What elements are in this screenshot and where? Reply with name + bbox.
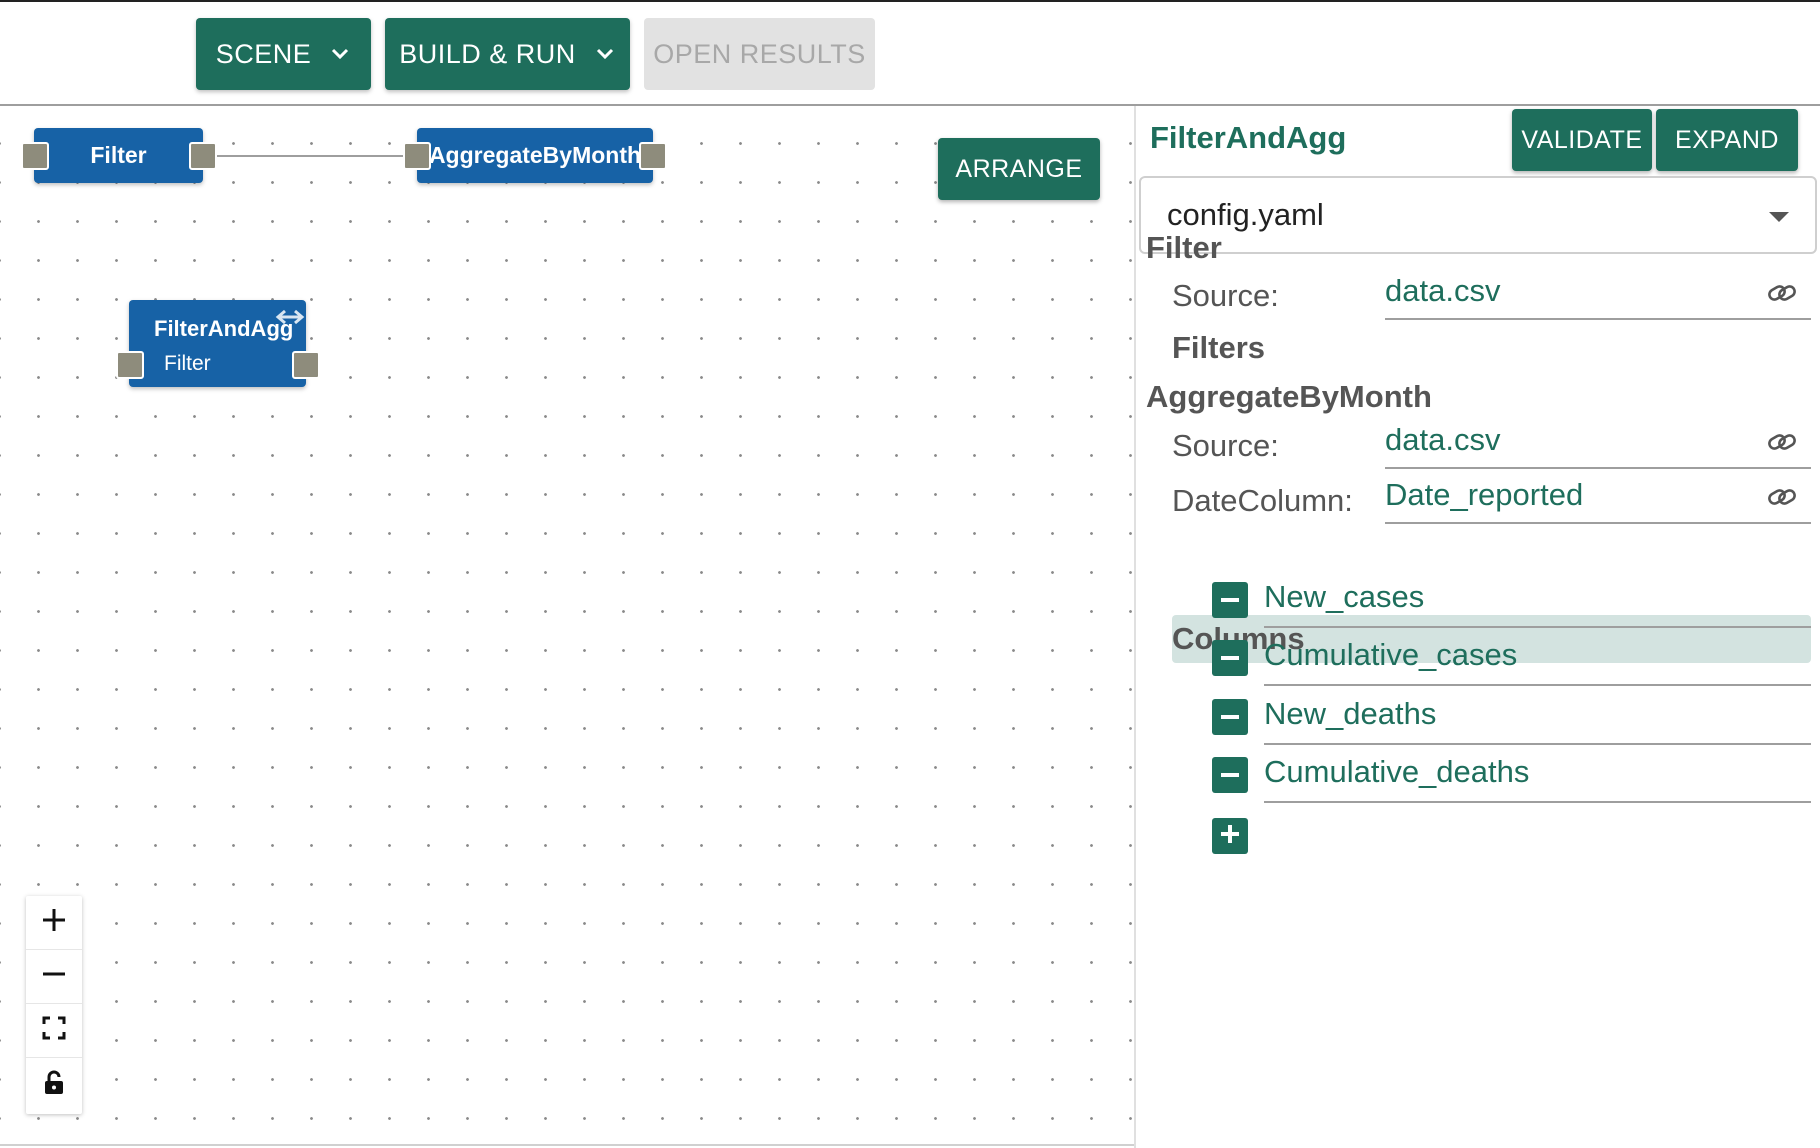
aggregate-by-month-node[interactable]: AggregateByMonth [417,128,653,183]
group-node-input-port[interactable] [116,351,144,379]
lock-icon [43,1070,65,1101]
chevron-down-icon [329,43,351,65]
aggregate-source-field[interactable]: data.csv [1385,413,1811,469]
plus-icon [1219,823,1241,850]
column-value-field[interactable]: Cumulative_deaths [1264,743,1811,803]
canvas-bottom-border [0,1144,1134,1146]
remove-column-button[interactable] [1212,699,1248,735]
aggregate-section-title: AggregateByMonth [1146,379,1432,414]
open-results-button[interactable]: OPEN RESULTS [644,18,875,90]
properties-panel: FilterAndAgg VALIDATE EXPAND config.yaml… [1136,106,1820,1148]
date-column-value: Date_reported [1385,477,1584,512]
node-canvas[interactable] [0,106,1134,1148]
remove-column-button[interactable] [1212,757,1248,793]
filter-section-title: Filter [1146,230,1222,265]
filter-and-agg-group-node[interactable]: FilterAndAgg Filter [129,300,306,387]
arrange-button-label: ARRANGE [955,154,1083,183]
filter-source-value: data.csv [1385,273,1501,308]
add-column-button[interactable] [1212,818,1248,854]
column-value-field[interactable]: New_deaths [1264,685,1811,745]
fit-view-icon [41,1015,67,1046]
remove-column-button[interactable] [1212,640,1248,676]
zoom-out-icon [41,961,67,992]
link-icon[interactable] [1767,482,1797,512]
aggregate-node-label: AggregateByMonth [428,142,642,168]
validate-button-label: VALIDATE [1521,125,1643,154]
build-run-menu-button[interactable]: BUILD & RUN [385,18,630,90]
column-value-field[interactable]: Cumulative_cases [1264,626,1811,686]
date-column-label: DateColumn: [1172,483,1353,518]
chevron-down-icon [594,43,616,65]
column-item: New_cases [1212,568,1811,630]
expand-arrows-icon[interactable] [275,306,305,333]
edge-filter-to-aggregate[interactable] [214,155,404,157]
validate-button[interactable]: VALIDATE [1512,109,1652,171]
aggregate-source-label: Source: [1172,428,1279,463]
fit-view-button[interactable] [26,1004,82,1058]
minus-icon [1221,598,1239,602]
lock-button[interactable] [26,1058,82,1112]
filter-source-field[interactable]: data.csv [1385,264,1811,320]
minus-icon [1221,656,1239,660]
link-icon[interactable] [1767,427,1797,457]
link-icon[interactable] [1767,278,1797,308]
dropdown-caret-icon [1769,212,1789,222]
minus-icon [1221,773,1239,777]
group-node-title: FilterAndAgg [154,316,294,341]
column-item: Cumulative_deaths [1212,743,1811,805]
config-file-select[interactable]: config.yaml [1139,176,1817,254]
minus-icon [1221,715,1239,719]
expand-button[interactable]: EXPAND [1656,109,1798,171]
top-toolbar: SCENE BUILD & RUN OPEN RESULTS [0,0,1820,106]
zoom-in-icon [41,907,67,938]
zoom-in-button[interactable] [26,896,82,950]
filter-node-output-port[interactable] [189,142,217,170]
aggregate-node-output-port[interactable] [639,142,667,170]
remove-column-button[interactable] [1212,582,1248,618]
date-column-field[interactable]: Date_reported [1385,468,1811,524]
arrange-button[interactable]: ARRANGE [938,138,1100,200]
filter-node-input-port[interactable] [21,142,49,170]
column-value-field[interactable]: New_cases [1264,568,1811,628]
filters-subtitle: Filters [1172,330,1266,365]
aggregate-node-input-port[interactable] [403,142,431,170]
filter-node-label: Filter [90,142,147,168]
group-node-output-port[interactable] [292,351,320,379]
group-node-inner-label: Filter [164,352,211,375]
zoom-out-button[interactable] [26,950,82,1004]
scene-button-label: SCENE [215,38,312,69]
column-item: New_deaths [1212,685,1811,747]
filter-source-label: Source: [1172,278,1279,313]
filter-node[interactable]: Filter [34,128,203,183]
expand-button-label: EXPAND [1675,125,1779,154]
build-run-button-label: BUILD & RUN [399,38,576,69]
column-item: Cumulative_cases [1212,626,1811,688]
config-file-value: config.yaml [1167,197,1324,232]
panel-title: FilterAndAgg [1150,120,1347,155]
aggregate-source-value: data.csv [1385,422,1501,457]
scene-menu-button[interactable]: SCENE [196,18,371,90]
open-results-button-label: OPEN RESULTS [653,38,866,69]
zoom-controls [26,896,82,1114]
